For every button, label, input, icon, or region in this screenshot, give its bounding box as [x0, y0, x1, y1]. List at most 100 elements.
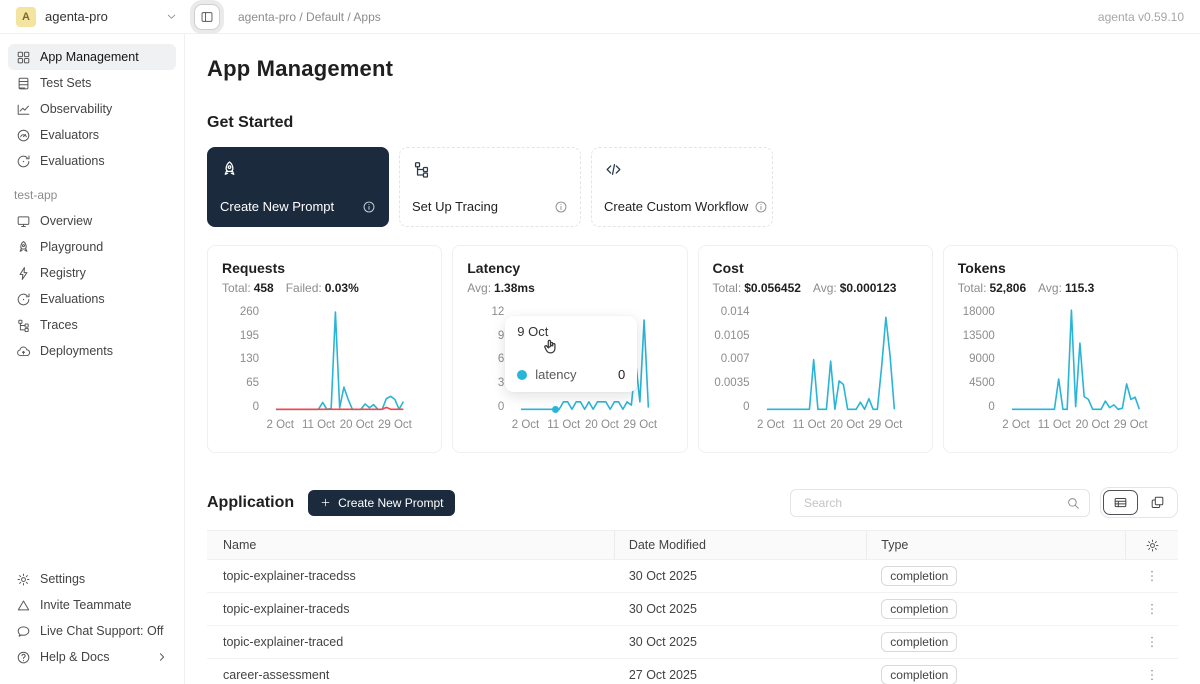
- column-header-name[interactable]: Name: [207, 531, 615, 559]
- table-settings-gear-icon[interactable]: [1145, 538, 1160, 553]
- y-tick-label: 130: [240, 354, 259, 366]
- sidebar-item-registry[interactable]: Registry: [8, 260, 176, 286]
- main-content: App Management Get Started Create New Pr…: [185, 34, 1200, 684]
- x-tick-label: 20 Oct: [340, 419, 374, 431]
- triangle-icon: [16, 598, 31, 613]
- chart-stats: Total:458Failed:0.03%: [222, 281, 427, 295]
- y-tick-label: 6: [498, 354, 504, 366]
- stat: Total:$0.056452: [713, 281, 801, 295]
- panel-left-icon: [200, 10, 214, 24]
- y-tick-label: 12: [491, 307, 504, 319]
- column-header-type[interactable]: Type: [867, 531, 1126, 559]
- sidebar-item-live-chat-support-off[interactable]: Live Chat Support: Off: [8, 618, 176, 644]
- x-tick-label: 29 Oct: [378, 419, 412, 431]
- x-axis: 2 Oct11 Oct20 Oct29 Oct: [513, 419, 672, 435]
- row-actions-dots-icon[interactable]: [1144, 667, 1160, 683]
- table-view-button[interactable]: [1103, 490, 1138, 515]
- x-axis: 2 Oct11 Oct20 Oct29 Oct: [268, 419, 427, 435]
- stat: Avg:1.38ms: [467, 281, 535, 295]
- card-view-button[interactable]: [1140, 490, 1175, 515]
- get-started-cards: Create New PromptSet Up TracingCreate Cu…: [207, 147, 1178, 227]
- grid-icon: [16, 50, 31, 65]
- sidebar-item-label: Playground: [40, 240, 103, 254]
- x-tick-label: 11 Oct: [1038, 419, 1071, 431]
- series-dot: [517, 370, 527, 380]
- sidebar-item-help-docs[interactable]: Help & Docs: [8, 644, 176, 670]
- cloud-icon: [16, 344, 31, 359]
- x-tick-label: 2 Oct: [757, 419, 784, 431]
- table-row-career-assessment[interactable]: career-assessment27 Oct 2025completion: [207, 659, 1178, 684]
- y-tick-label: 260: [240, 307, 259, 319]
- sidebar-item-settings[interactable]: Settings: [8, 566, 176, 592]
- sidebar-toggle-button[interactable]: [194, 4, 220, 30]
- sidebar-item-label: Overview: [40, 214, 92, 228]
- card-view-icon: [1150, 495, 1165, 510]
- column-header-date-modified[interactable]: Date Modified: [615, 531, 867, 559]
- search-input[interactable]: [802, 495, 1066, 511]
- sidebar-item-playground[interactable]: Playground: [8, 234, 176, 260]
- x-tick-label: 11 Oct: [547, 419, 580, 431]
- y-tick-label: 3: [498, 378, 504, 390]
- row-actions-dots-icon[interactable]: [1144, 568, 1160, 584]
- tree-icon: [412, 160, 431, 179]
- y-tick-label: 0: [498, 402, 504, 414]
- workspace-avatar: A: [16, 7, 36, 27]
- get-started-card-create-new-prompt[interactable]: Create New Prompt: [207, 147, 389, 227]
- table-row-topic-explainer-tracedss[interactable]: topic-explainer-tracedss30 Oct 2025compl…: [207, 560, 1178, 593]
- sidebar-item-evaluations[interactable]: Evaluations: [8, 148, 176, 174]
- sidebar-item-label: Evaluations: [40, 154, 105, 168]
- chart-stats: Total:$0.056452Avg:$0.000123: [713, 281, 918, 295]
- sidebar-item-traces[interactable]: Traces: [8, 312, 176, 338]
- view-toggle: [1100, 487, 1178, 518]
- tree-icon: [16, 318, 31, 333]
- topbar: A agenta-pro agenta-pro / Default / Apps…: [0, 0, 1200, 34]
- y-tick-label: 18000: [963, 307, 995, 319]
- sidebar-item-evaluators[interactable]: Evaluators: [8, 122, 176, 148]
- stat: Total:458: [222, 281, 274, 295]
- workspace-selector[interactable]: A agenta-pro: [16, 7, 178, 27]
- x-tick-label: 2 Oct: [267, 419, 294, 431]
- y-axis: 260195130650: [222, 307, 268, 413]
- sidebar-item-app-management[interactable]: App Management: [8, 44, 176, 70]
- y-axis: 1800013500900045000: [958, 307, 1004, 413]
- y-tick-label: 65: [246, 378, 259, 390]
- sidebar-project-items: Overview Playground RegistryEvaluationsTra…: [8, 208, 176, 364]
- y-tick-label: 13500: [963, 331, 995, 343]
- help-icon: [16, 650, 31, 665]
- sidebar-item-label: Live Chat Support: Off: [40, 624, 163, 638]
- search-icon[interactable]: [1066, 496, 1080, 510]
- chart-plot[interactable]: [268, 307, 427, 413]
- chart-plot[interactable]: [1004, 307, 1163, 413]
- table-row-topic-explainer-traceds[interactable]: topic-explainer-traceds30 Oct 2025comple…: [207, 593, 1178, 626]
- x-tick-label: 29 Oct: [623, 419, 657, 431]
- get-started-card-create-custom-workflow[interactable]: Create Custom Workflow: [591, 147, 773, 227]
- x-axis: 2 Oct11 Oct20 Oct29 Oct: [1004, 419, 1163, 435]
- cell-date-modified: 30 Oct 2025: [615, 569, 867, 583]
- monitor-icon: [16, 214, 31, 229]
- sidebar-item-observability[interactable]: Observability: [8, 96, 176, 122]
- create-new-prompt-button[interactable]: Create New Prompt: [308, 490, 455, 516]
- row-actions-dots-icon[interactable]: [1144, 634, 1160, 650]
- get-started-title: Get Started: [207, 114, 1178, 132]
- row-actions-dots-icon[interactable]: [1144, 601, 1160, 617]
- bolt-icon: [16, 266, 31, 281]
- sidebar-item-evaluations[interactable]: Evaluations: [8, 286, 176, 312]
- application-title: Application: [207, 494, 294, 512]
- applications-table: NameDate ModifiedType topic-explainer-tr…: [207, 530, 1178, 684]
- chart-title: Cost: [713, 260, 918, 276]
- chart-plot[interactable]: [759, 307, 918, 413]
- table-row-topic-explainer-traced[interactable]: topic-explainer-traced30 Oct 2025complet…: [207, 626, 1178, 659]
- y-tick-label: 9000: [969, 354, 995, 366]
- y-tick-label: 4500: [969, 378, 995, 390]
- y-tick-label: 0.014: [721, 307, 750, 319]
- x-tick-label: 29 Oct: [1114, 419, 1148, 431]
- sidebar-item-deployments[interactable]: Deployments: [8, 338, 176, 364]
- sidebar-item-label: Settings: [40, 572, 85, 586]
- sidebar-item-label: App Management: [40, 50, 139, 64]
- sidebar-item-overview[interactable]: Overview: [8, 208, 176, 234]
- y-tick-label: 9: [498, 331, 504, 343]
- x-tick-label: 29 Oct: [868, 419, 902, 431]
- sidebar-item-test-sets[interactable]: Test Sets: [8, 70, 176, 96]
- sidebar-item-invite-teammate[interactable]: Invite Teammate: [8, 592, 176, 618]
- get-started-card-set-up-tracing[interactable]: Set Up Tracing: [399, 147, 581, 227]
